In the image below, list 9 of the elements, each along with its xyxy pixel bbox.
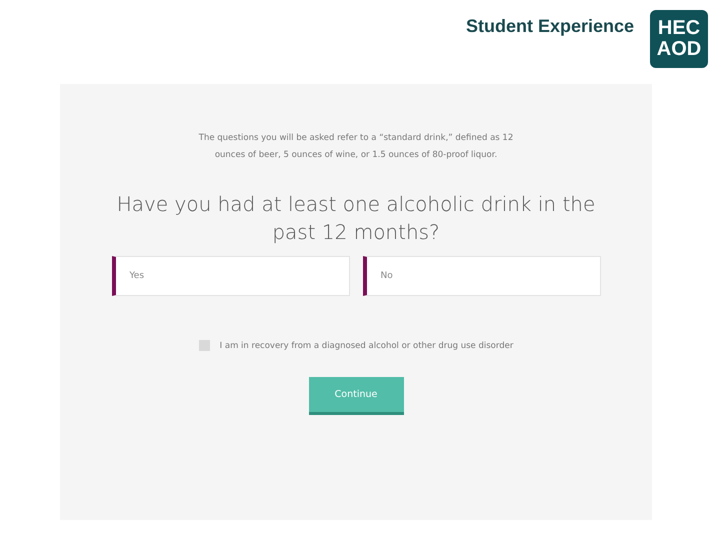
continue-button[interactable]: Continue	[308, 377, 404, 415]
recovery-checkbox[interactable]	[198, 340, 210, 351]
question-text: Have you had at least one alcoholic drink in the past 12 months?	[116, 191, 596, 246]
recovery-label: I am in recovery from a diagnosed alcohol or other drug use disorder	[220, 340, 514, 350]
answer-option[interactable]: No	[362, 256, 600, 296]
answer-option[interactable]: Yes	[112, 256, 350, 296]
slide-title: Student Experience	[466, 16, 634, 37]
logo: HEC AOD	[650, 10, 708, 68]
intro-text: The questions you will be asked refer to a “standard drink,” defined as 12 ounces of beer, 5 ounces of wine, or 1.5 ounces of 80-proof liquor.	[198, 132, 514, 162]
